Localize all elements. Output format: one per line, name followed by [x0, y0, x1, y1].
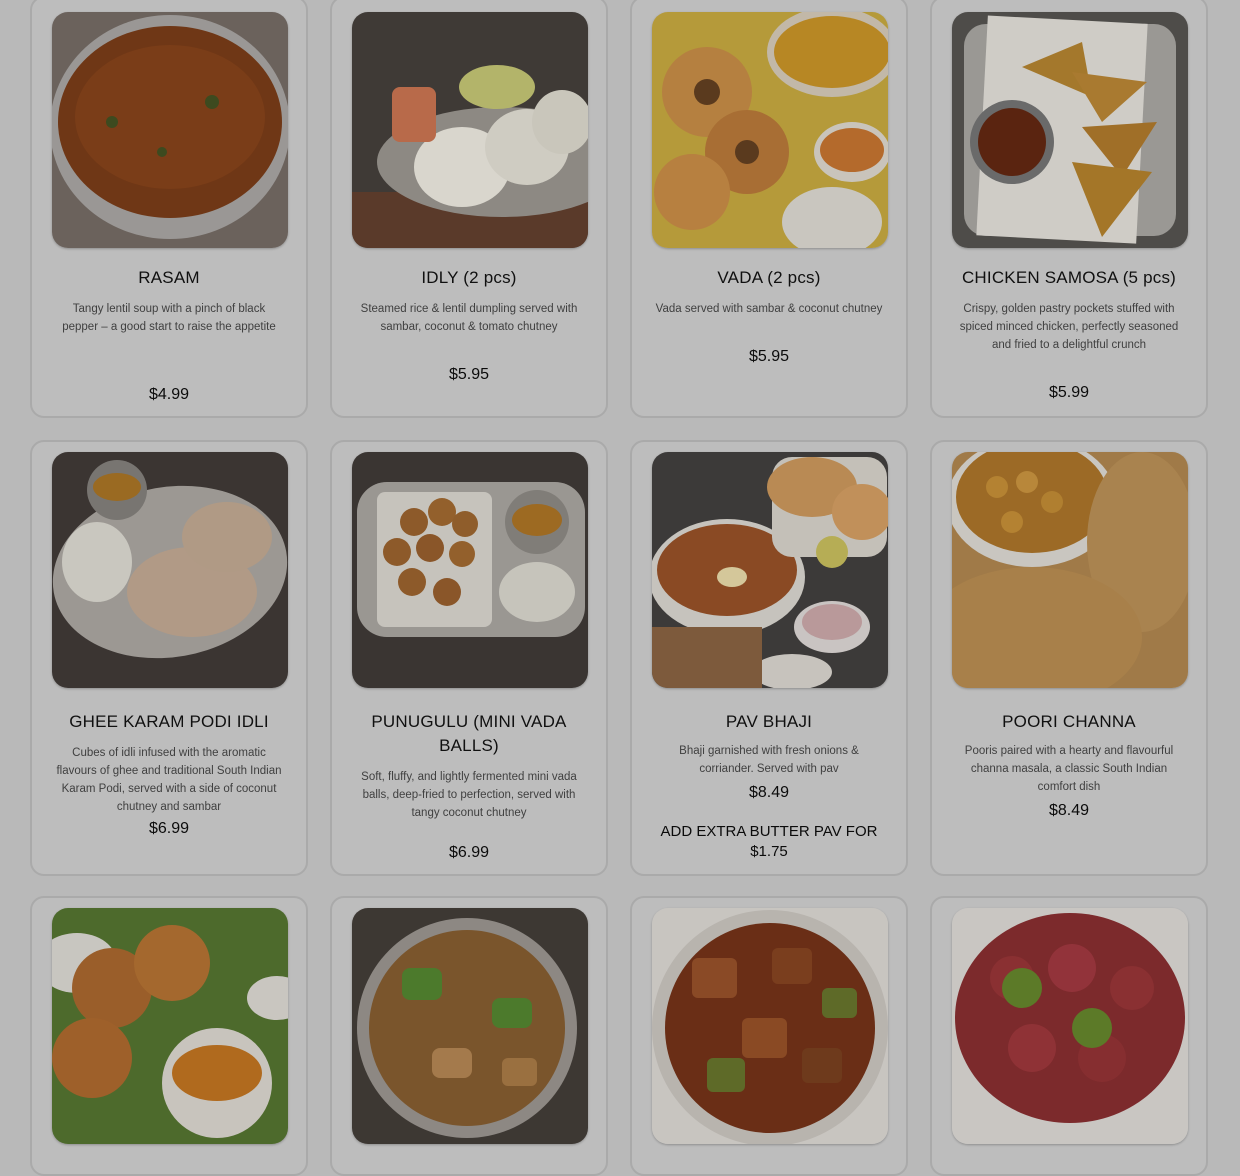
- item-price: $5.95: [448, 366, 490, 383]
- menu-item-card[interactable]: [630, 896, 908, 1176]
- vada-photo: [652, 12, 888, 248]
- menu-item-card[interactable]: PAV BHAJI Bhaji garnished with fresh oni…: [630, 440, 908, 876]
- poori-photo: [952, 452, 1188, 688]
- menu-item-card[interactable]: POORI CHANNA Pooris paired with a hearty…: [930, 440, 1208, 876]
- item-price: $6.99: [148, 820, 190, 837]
- item-name: PAV BHAJI: [725, 712, 813, 731]
- item-price: $4.99: [148, 386, 190, 403]
- idly-photo: [352, 12, 588, 248]
- punugulu-photo: [352, 452, 588, 688]
- menu-item-card[interactable]: PUNUGULU (MINI VADA BALLS) Soft, fluffy,…: [330, 440, 608, 876]
- item-price: $6.99: [448, 844, 490, 861]
- menu-item-card[interactable]: [330, 896, 608, 1176]
- item-description: Steamed rice & lentil dumpling served wi…: [360, 303, 578, 333]
- chilli-fish-photo: [352, 908, 588, 1144]
- menu-item-card[interactable]: VADA (2 pcs) Vada served with sambar & c…: [630, 0, 908, 418]
- menu-item-card[interactable]: CHICKEN SAMOSA (5 pcs) Crispy, golden pa…: [930, 0, 1208, 418]
- item-price: $8.49: [748, 784, 790, 801]
- chilli-paneer-photo: [652, 908, 888, 1144]
- item-description: Soft, fluffy, and lightly fermented mini…: [361, 771, 577, 819]
- item-description: Cubes of idli infused with the aromatic …: [56, 747, 282, 813]
- item-price: $8.49: [1048, 802, 1090, 819]
- pav-bhaji-photo: [652, 452, 888, 688]
- menu-item-card[interactable]: IDLY (2 pcs) Steamed rice & lentil dumpl…: [330, 0, 608, 418]
- rasam-photo: [52, 12, 288, 248]
- item-name: CHICKEN SAMOSA (5 pcs): [961, 268, 1177, 287]
- item-description: Bhaji garnished with fresh onions & corr…: [679, 745, 859, 775]
- menu-item-card[interactable]: [30, 896, 308, 1176]
- menu-item-card[interactable]: RASAM Tangy lentil soup with a pinch of …: [30, 0, 308, 418]
- vada-sambar-photo: [52, 908, 288, 1144]
- menu-item-card[interactable]: GHEE KARAM PODI IDLI Cubes of idli infus…: [30, 440, 308, 876]
- item-name: VADA (2 pcs): [717, 268, 821, 287]
- podi-idli-photo: [52, 452, 288, 688]
- item-extra-note: ADD EXTRA BUTTER PAV FOR $1.75: [660, 823, 878, 860]
- item-description: Crispy, golden pastry pockets stuffed wi…: [959, 303, 1179, 351]
- samosa-photo: [952, 12, 1188, 248]
- chicken-65-photo: [952, 908, 1188, 1144]
- item-description: Tangy lentil soup with a pinch of black …: [62, 303, 276, 333]
- item-price: $5.99: [1048, 384, 1090, 401]
- item-name: POORI CHANNA: [1002, 712, 1136, 731]
- item-description: Vada served with sambar & coconut chutne…: [655, 303, 883, 315]
- item-description: Pooris paired with a hearty and flavourf…: [964, 745, 1174, 793]
- item-name: GHEE KARAM PODI IDLI: [69, 712, 269, 731]
- item-price: $5.95: [748, 348, 790, 365]
- item-name: RASAM: [138, 268, 200, 287]
- item-name: PUNUGULU (MINI VADA BALLS): [371, 712, 567, 755]
- item-name: IDLY (2 pcs): [421, 268, 517, 287]
- menu-item-card[interactable]: [930, 896, 1208, 1176]
